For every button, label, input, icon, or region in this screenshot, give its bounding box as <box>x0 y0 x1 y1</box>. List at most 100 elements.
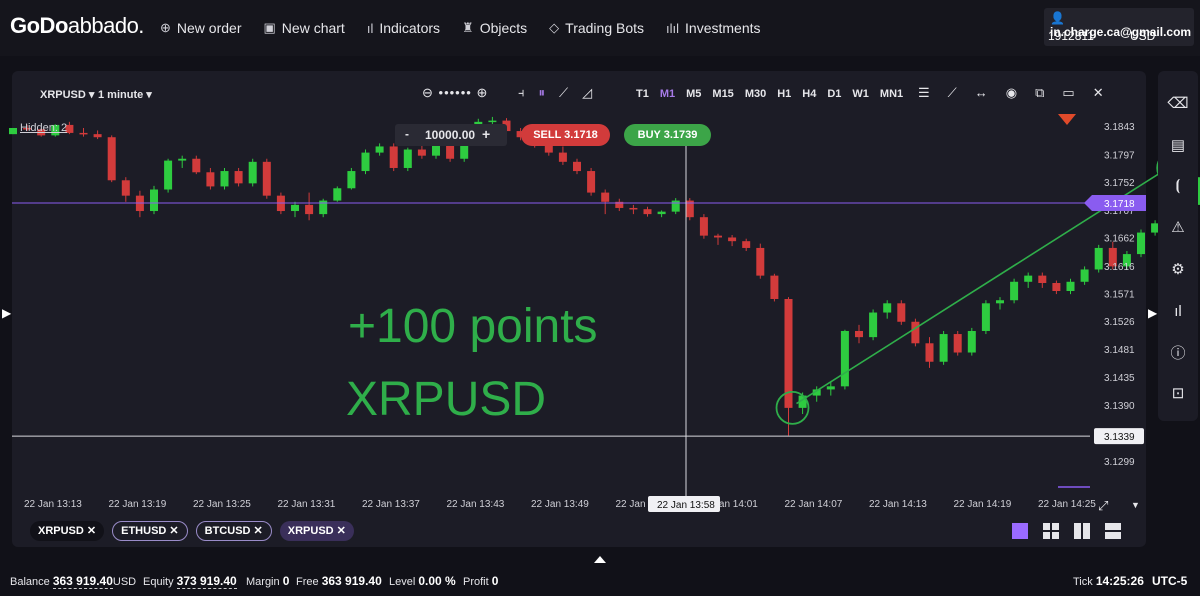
free-stat: Free 363 919.40 <box>296 574 382 588</box>
orders-icon[interactable]: ▤ <box>1167 135 1189 157</box>
candle <box>291 204 299 212</box>
collapse-right-arrow-icon[interactable]: ▶ <box>1148 306 1157 320</box>
market-data-icon[interactable]: ⦗ <box>1167 175 1189 197</box>
candle <box>403 149 412 168</box>
candle <box>657 211 666 215</box>
symbol-tab[interactable]: BTCUSD ✕ <box>195 521 272 541</box>
eraser-icon[interactable]: ⌫ <box>1167 93 1189 115</box>
candle <box>1080 269 1089 282</box>
candle <box>1066 281 1075 291</box>
y-tick-label: 3.1481 <box>1104 345 1135 356</box>
close-tab-icon[interactable]: ✕ <box>337 525 346 537</box>
statistics-icon[interactable]: ıl <box>1167 301 1189 323</box>
status-bar: Balance 363 919.40USD Equity 373 919.40 … <box>0 570 1200 596</box>
candle <box>573 161 581 172</box>
price-chart[interactable]: +100 points XRPUSD 3.1843 3.1797 3.1752 3.17… <box>0 0 1200 596</box>
layout-grid-icon[interactable] <box>1043 523 1059 539</box>
candle <box>742 241 751 248</box>
candle <box>375 146 384 153</box>
info-icon[interactable]: ⓘ <box>1167 343 1189 365</box>
candle <box>883 303 892 313</box>
overlay-symbol-text: XRPUSD <box>346 373 546 426</box>
candle <box>1010 281 1019 301</box>
candle <box>869 312 878 338</box>
candle <box>939 334 948 362</box>
layout-single-icon[interactable] <box>1012 523 1028 539</box>
x-tick-label: 22 Jan 14:07 <box>785 499 843 510</box>
alert-icon[interactable]: ⚠ <box>1167 217 1189 239</box>
symbol-tab[interactable]: ETHUSD ✕ <box>112 521 188 541</box>
buy-button[interactable]: BUY 3.1739 <box>624 124 711 146</box>
candle <box>996 300 1004 304</box>
y-tick-label: 3.1390 <box>1104 401 1135 412</box>
candle <box>770 275 779 299</box>
keyboard-shortcuts-icon[interactable]: ⊡ <box>1167 383 1189 405</box>
candle <box>587 171 596 193</box>
candle <box>953 334 962 353</box>
close-tab-icon[interactable]: ✕ <box>87 525 96 537</box>
fit-chart-icon[interactable]: ⤢ <box>1098 498 1108 513</box>
last-bar-marker <box>1058 114 1076 125</box>
symbol-tab[interactable]: XRPUSD ✕ <box>30 521 105 541</box>
x-tick-label: 22 Jan 14:13 <box>869 499 927 510</box>
y-tick-label: 3.1571 <box>1104 289 1135 300</box>
candle <box>1137 232 1145 255</box>
candle <box>601 192 610 202</box>
expand-panel-caret-icon[interactable] <box>594 556 606 563</box>
candle <box>389 146 398 168</box>
axis-dropdown-icon[interactable]: ▼ <box>1131 500 1140 510</box>
candle <box>911 321 920 344</box>
candle <box>206 172 215 187</box>
layout-horizontal-split-icon[interactable] <box>1105 523 1121 539</box>
candle <box>967 330 976 353</box>
close-tab-icon[interactable]: ✕ <box>169 525 178 537</box>
balance-stat: Balance 363 919.40USD <box>10 574 137 589</box>
candle <box>361 152 370 172</box>
candle <box>629 207 638 210</box>
candle <box>121 180 130 196</box>
volume-increase-button[interactable]: + <box>482 126 490 142</box>
candle <box>1038 275 1047 284</box>
timezone-selector[interactable]: UTC-5 <box>1152 574 1187 588</box>
candle <box>1052 283 1061 291</box>
candle <box>840 330 849 387</box>
candle <box>248 161 257 184</box>
hidden-objects-link[interactable]: Hidden: 2 <box>20 122 67 134</box>
x-tick-label: 22 Jan 13:25 <box>193 499 251 510</box>
right-sidebar: ⌫ ▤ ⦗ ⚠ ⚙ ıl ⓘ ⊡ <box>1158 71 1198 421</box>
candle <box>164 160 173 190</box>
symbol-tabs: XRPUSD ✕ ETHUSD ✕ BTCUSD ✕ XRPUSD ✕ <box>30 521 354 541</box>
x-tick-label: 22 Jan 13:31 <box>278 499 336 510</box>
candle <box>925 343 934 362</box>
candle <box>79 132 88 135</box>
candle <box>826 386 835 390</box>
candle <box>9 127 17 135</box>
tick-time: Tick 14:25:26 <box>1073 574 1144 588</box>
x-tick-label: 22 Jan 14:25 <box>1038 499 1096 510</box>
candle <box>756 247 765 276</box>
sell-button[interactable]: SELL 3.1718 <box>521 124 610 146</box>
candle <box>699 217 708 236</box>
candle <box>981 303 990 331</box>
candle <box>671 200 680 212</box>
candle <box>558 152 567 162</box>
close-tab-icon[interactable]: ✕ <box>254 525 263 537</box>
crosshair-price-label: 3.1339 <box>1104 432 1135 443</box>
x-tick-label: 22 Jan 13:49 <box>531 499 589 510</box>
y-tick-label: 3.1616 <box>1104 262 1135 273</box>
symbol-tab[interactable]: XRPUSD ✕ <box>279 521 354 541</box>
y-tick-label: 3.1843 <box>1104 122 1135 133</box>
candle <box>714 235 722 238</box>
y-tick-label: 3.1435 <box>1104 373 1135 384</box>
volume-stepper[interactable]: - 10000.00 + <box>395 124 507 146</box>
x-tick-label: 22 Jan 14:19 <box>954 499 1012 510</box>
candle <box>220 171 229 187</box>
candle <box>150 189 158 212</box>
volume-value[interactable]: 10000.00 <box>425 128 475 142</box>
layout-switcher <box>1012 523 1121 539</box>
layout-vertical-split-icon[interactable] <box>1074 523 1090 539</box>
settings-gear-icon[interactable]: ⚙ <box>1167 259 1189 281</box>
volume-decrease-button[interactable]: - <box>405 127 409 141</box>
crosshair-time-label: 22 Jan 13:58 <box>657 500 715 511</box>
y-tick-label: 3.1797 <box>1104 150 1135 161</box>
